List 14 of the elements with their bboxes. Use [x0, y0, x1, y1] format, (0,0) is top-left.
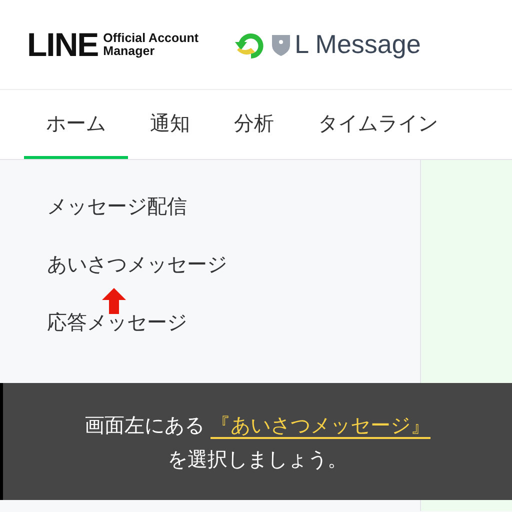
sidebar-item[interactable]: あいさつメッセージ [0, 250, 420, 308]
account-name[interactable]: L Message [294, 29, 421, 60]
arrow-icon [102, 288, 126, 314]
nav-tab[interactable]: 通知 [128, 90, 212, 159]
caption-text: 画面左にある 『あいさつメッセージ』 [84, 412, 430, 438]
sidebar-item[interactable]: メッセージ配信 [0, 192, 420, 250]
caption-text: を選択しましょう。 [168, 446, 348, 472]
shield-icon [270, 32, 291, 56]
logo-subtitle: Manager [103, 44, 156, 58]
logo-wordmark: LINE [27, 28, 98, 61]
logo-subtitle: Official Account [103, 32, 199, 44]
nav-tab[interactable]: 分析 [212, 90, 296, 159]
sidebar-item[interactable]: 応答メッセージ [0, 308, 420, 366]
nav-tab[interactable]: タイムライン [296, 90, 460, 159]
